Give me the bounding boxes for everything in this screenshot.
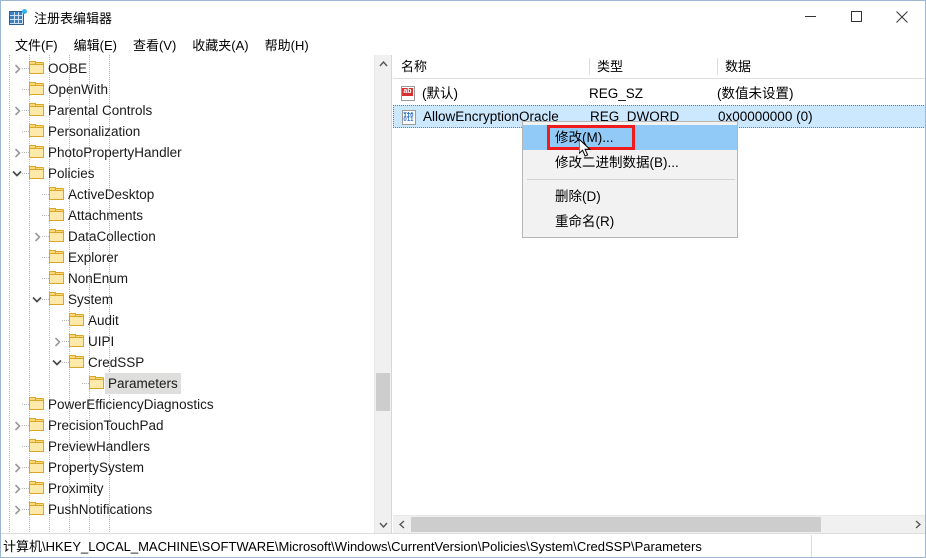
registry-path: 计算机\HKEY_LOCAL_MACHINE\SOFTWARE\Microsof… — [3, 539, 702, 554]
tree-item-label: Explorer — [68, 250, 119, 265]
context-menu[interactable]: 修改(M)... 修改二进制数据(B)... 删除(D) 重命名(R) — [522, 121, 738, 238]
folder-icon — [29, 418, 45, 432]
context-menu-item-modify-binary[interactable]: 修改二进制数据(B)... — [523, 150, 737, 175]
scroll-down-icon[interactable] — [375, 516, 391, 533]
registry-editor-window: 注册表编辑器 文件(F) 编辑(E) 查看(V) 收藏夹(A) 帮助(H) OO… — [0, 0, 926, 558]
folder-icon — [49, 292, 65, 306]
tree-item-label: PrecisionTouchPad — [48, 418, 164, 433]
folder-icon — [29, 124, 45, 138]
close-icon[interactable] — [879, 1, 925, 32]
tree-item-label: System — [68, 292, 114, 307]
folder-icon — [29, 82, 45, 96]
value-data: (数值未设置) — [717, 86, 794, 101]
tree-item-label: NonEnum — [68, 271, 129, 286]
column-header-data[interactable]: 数据 — [717, 55, 925, 78]
tree-item-label: PropertySystem — [48, 460, 145, 475]
list-scroll-thumb[interactable] — [411, 517, 821, 532]
tree-item-label: PhotoPropertyHandler — [48, 145, 182, 160]
tree-vertical-scrollbar[interactable] — [374, 55, 391, 533]
folder-icon — [69, 313, 85, 327]
tree-item-label: Policies — [48, 166, 95, 181]
folder-icon — [49, 208, 65, 222]
value-type: REG_SZ — [589, 86, 644, 101]
folder-icon — [69, 355, 85, 369]
menu-edit[interactable]: 编辑(E) — [66, 33, 125, 56]
context-menu-item-modify[interactable]: 修改(M)... — [523, 125, 737, 150]
folder-icon — [49, 229, 65, 243]
window-controls — [787, 1, 925, 33]
tree-item-label: Proximity — [48, 481, 104, 496]
context-menu-item-rename[interactable]: 重命名(R) — [523, 209, 737, 234]
tree-scroll-thumb[interactable] — [376, 373, 390, 411]
tree-item-label: PreviewHandlers — [48, 439, 151, 454]
menu-file[interactable]: 文件(F) — [7, 33, 66, 56]
table-row[interactable]: ab (默认) REG_SZ (数值未设置) — [393, 82, 925, 105]
column-header-name[interactable]: 名称 — [393, 55, 589, 78]
folder-icon — [29, 397, 45, 411]
window-title: 注册表编辑器 — [34, 10, 113, 26]
scroll-up-icon[interactable] — [375, 55, 391, 72]
folder-icon — [29, 439, 45, 453]
tree-item-label: OOBE — [48, 61, 88, 76]
status-divider — [811, 535, 812, 557]
column-header-type[interactable]: 类型 — [589, 55, 717, 78]
folder-icon — [29, 460, 45, 474]
registry-tree-panel[interactable]: OOBE OpenWith Parental Controls Personaliza… — [1, 55, 392, 533]
tree-item-label: UIPI — [88, 334, 115, 349]
folder-icon — [29, 166, 45, 180]
folder-icon — [49, 187, 65, 201]
tree-item-label: Personalization — [48, 124, 141, 139]
tree-item-label: Audit — [88, 313, 119, 328]
dword-value-icon: 011 110 011 — [402, 110, 417, 125]
list-horizontal-scrollbar[interactable] — [393, 515, 925, 533]
value-name: (默认) — [422, 86, 458, 101]
scroll-right-icon[interactable] — [909, 516, 925, 533]
registry-tree[interactable]: OOBE OpenWith Parental Controls Personaliza… — [1, 55, 374, 533]
folder-icon — [49, 271, 65, 285]
folder-icon — [29, 481, 45, 495]
title-bar: 注册表编辑器 — [1, 1, 925, 33]
tree-item-label: Attachments — [68, 208, 144, 223]
status-bar: 计算机\HKEY_LOCAL_MACHINE\SOFTWARE\Microsof… — [1, 533, 925, 557]
tree-item-label: Parental Controls — [48, 103, 153, 118]
menu-favorites[interactable]: 收藏夹(A) — [184, 33, 256, 56]
menu-help[interactable]: 帮助(H) — [257, 33, 317, 56]
folder-icon — [29, 145, 45, 159]
folder-icon — [49, 250, 65, 264]
folder-icon — [29, 61, 45, 75]
menu-bar: 文件(F) 编辑(E) 查看(V) 收藏夹(A) 帮助(H) — [1, 33, 925, 55]
context-menu-separator — [527, 179, 735, 180]
tree-item-label: OpenWith — [48, 82, 109, 97]
folder-icon — [29, 103, 45, 117]
tree-item-label: ActiveDesktop — [68, 187, 155, 202]
folder-icon — [89, 376, 105, 390]
string-value-icon: ab — [401, 86, 416, 101]
tree-item-label: Parameters — [105, 373, 181, 394]
context-menu-item-delete[interactable]: 删除(D) — [523, 184, 737, 209]
folder-icon — [69, 334, 85, 348]
tree-item-label: CredSSP — [88, 355, 145, 370]
tree-item-label: PushNotifications — [48, 502, 153, 517]
tree-item-label: DataCollection — [68, 229, 156, 244]
column-header-row: 名称 类型 数据 — [393, 55, 925, 79]
tree-item-label: PowerEfficiencyDiagnostics — [48, 397, 214, 412]
registry-grid-icon — [9, 8, 27, 26]
folder-icon — [29, 502, 45, 516]
menu-view[interactable]: 查看(V) — [125, 33, 184, 56]
minimize-icon[interactable] — [787, 1, 833, 32]
maximize-icon[interactable] — [833, 1, 879, 32]
scroll-left-icon[interactable] — [393, 516, 410, 533]
